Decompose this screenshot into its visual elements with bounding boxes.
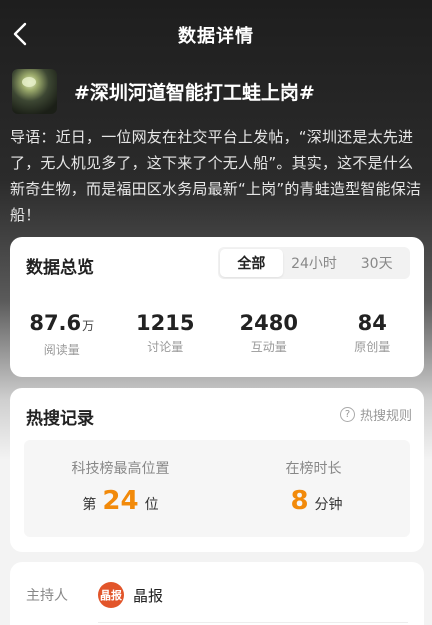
best-rank-label: 科技榜最高位置	[71, 461, 170, 477]
stat-unit: 万	[82, 319, 95, 333]
topic-header: #深圳河道智能打工蛙上岗#	[12, 68, 422, 114]
best-rank: 科技榜最高位置 第 24 位	[24, 440, 217, 537]
stat-label: 原创量	[354, 340, 391, 354]
stats-row: 87.6万 阅读量 1215 讨论量 2480 互动量 84 原创量	[10, 311, 424, 358]
overview-card: 数据总览 全部 24小时 30天 87.6万 阅读量 1215 讨论量 2480…	[10, 237, 424, 377]
time-on-list: 在榜时长 8 分钟	[217, 440, 410, 537]
overview-title: 数据总览	[26, 258, 94, 278]
topic-intro: 导语：近日，一位网友在社交平台上发帖，“深圳还是太先进了，无人机见多了，这下来了…	[10, 128, 422, 224]
hot-search-rules-link[interactable]: ? 热搜规则	[339, 405, 412, 424]
divider	[98, 622, 408, 623]
host-card: 主持人 晶报 晶报	[10, 562, 424, 625]
hot-search-title: 热搜记录	[26, 409, 94, 429]
stat-reads: 87.6万 阅读量	[10, 311, 114, 358]
time-on-list-label: 在榜时长	[285, 461, 342, 477]
topic-title: #深圳河道智能打工蛙上岗#	[74, 81, 315, 104]
rank-suffix: 位	[144, 497, 159, 513]
host-name[interactable]: 晶报	[133, 585, 163, 606]
avatar[interactable]: 晶报	[98, 582, 124, 608]
tab-all[interactable]: 全部	[220, 249, 283, 277]
hot-search-stats: 科技榜最高位置 第 24 位 在榜时长 8 分钟	[24, 440, 410, 537]
stat-originals: 84 原创量	[321, 311, 425, 358]
host-label: 主持人	[26, 588, 68, 604]
stat-discussions: 1215 讨论量	[114, 311, 218, 358]
stat-label: 阅读量	[43, 343, 80, 357]
stat-label: 讨论量	[147, 340, 184, 354]
question-circle-icon: ?	[339, 407, 355, 422]
stat-value: 84	[357, 311, 387, 335]
tab-30d[interactable]: 30天	[345, 249, 408, 277]
duration-unit: 分钟	[314, 497, 343, 513]
time-range-segmented-control: 全部 24小时 30天	[218, 247, 410, 279]
stat-value: 2480	[239, 311, 298, 335]
host-row: 主持人 晶报 晶报	[26, 582, 163, 608]
topic-thumbnail[interactable]	[12, 68, 57, 114]
rules-label: 热搜规则	[359, 409, 412, 424]
duration-number: 8	[290, 486, 309, 516]
rank-number: 24	[102, 486, 139, 516]
tab-24h[interactable]: 24小时	[283, 249, 346, 277]
rank-prefix: 第	[82, 497, 97, 513]
stat-label: 互动量	[250, 340, 287, 354]
page-title: 数据详情	[178, 26, 254, 47]
stat-value: 87.6	[29, 311, 82, 335]
hot-search-card: 热搜记录 ? 热搜规则 科技榜最高位置 第 24 位 在榜时长 8 分钟	[10, 388, 424, 552]
stat-value: 1215	[136, 311, 195, 335]
stat-interactions: 2480 互动量	[217, 311, 321, 358]
nav-bar: 数据详情	[0, 0, 432, 68]
